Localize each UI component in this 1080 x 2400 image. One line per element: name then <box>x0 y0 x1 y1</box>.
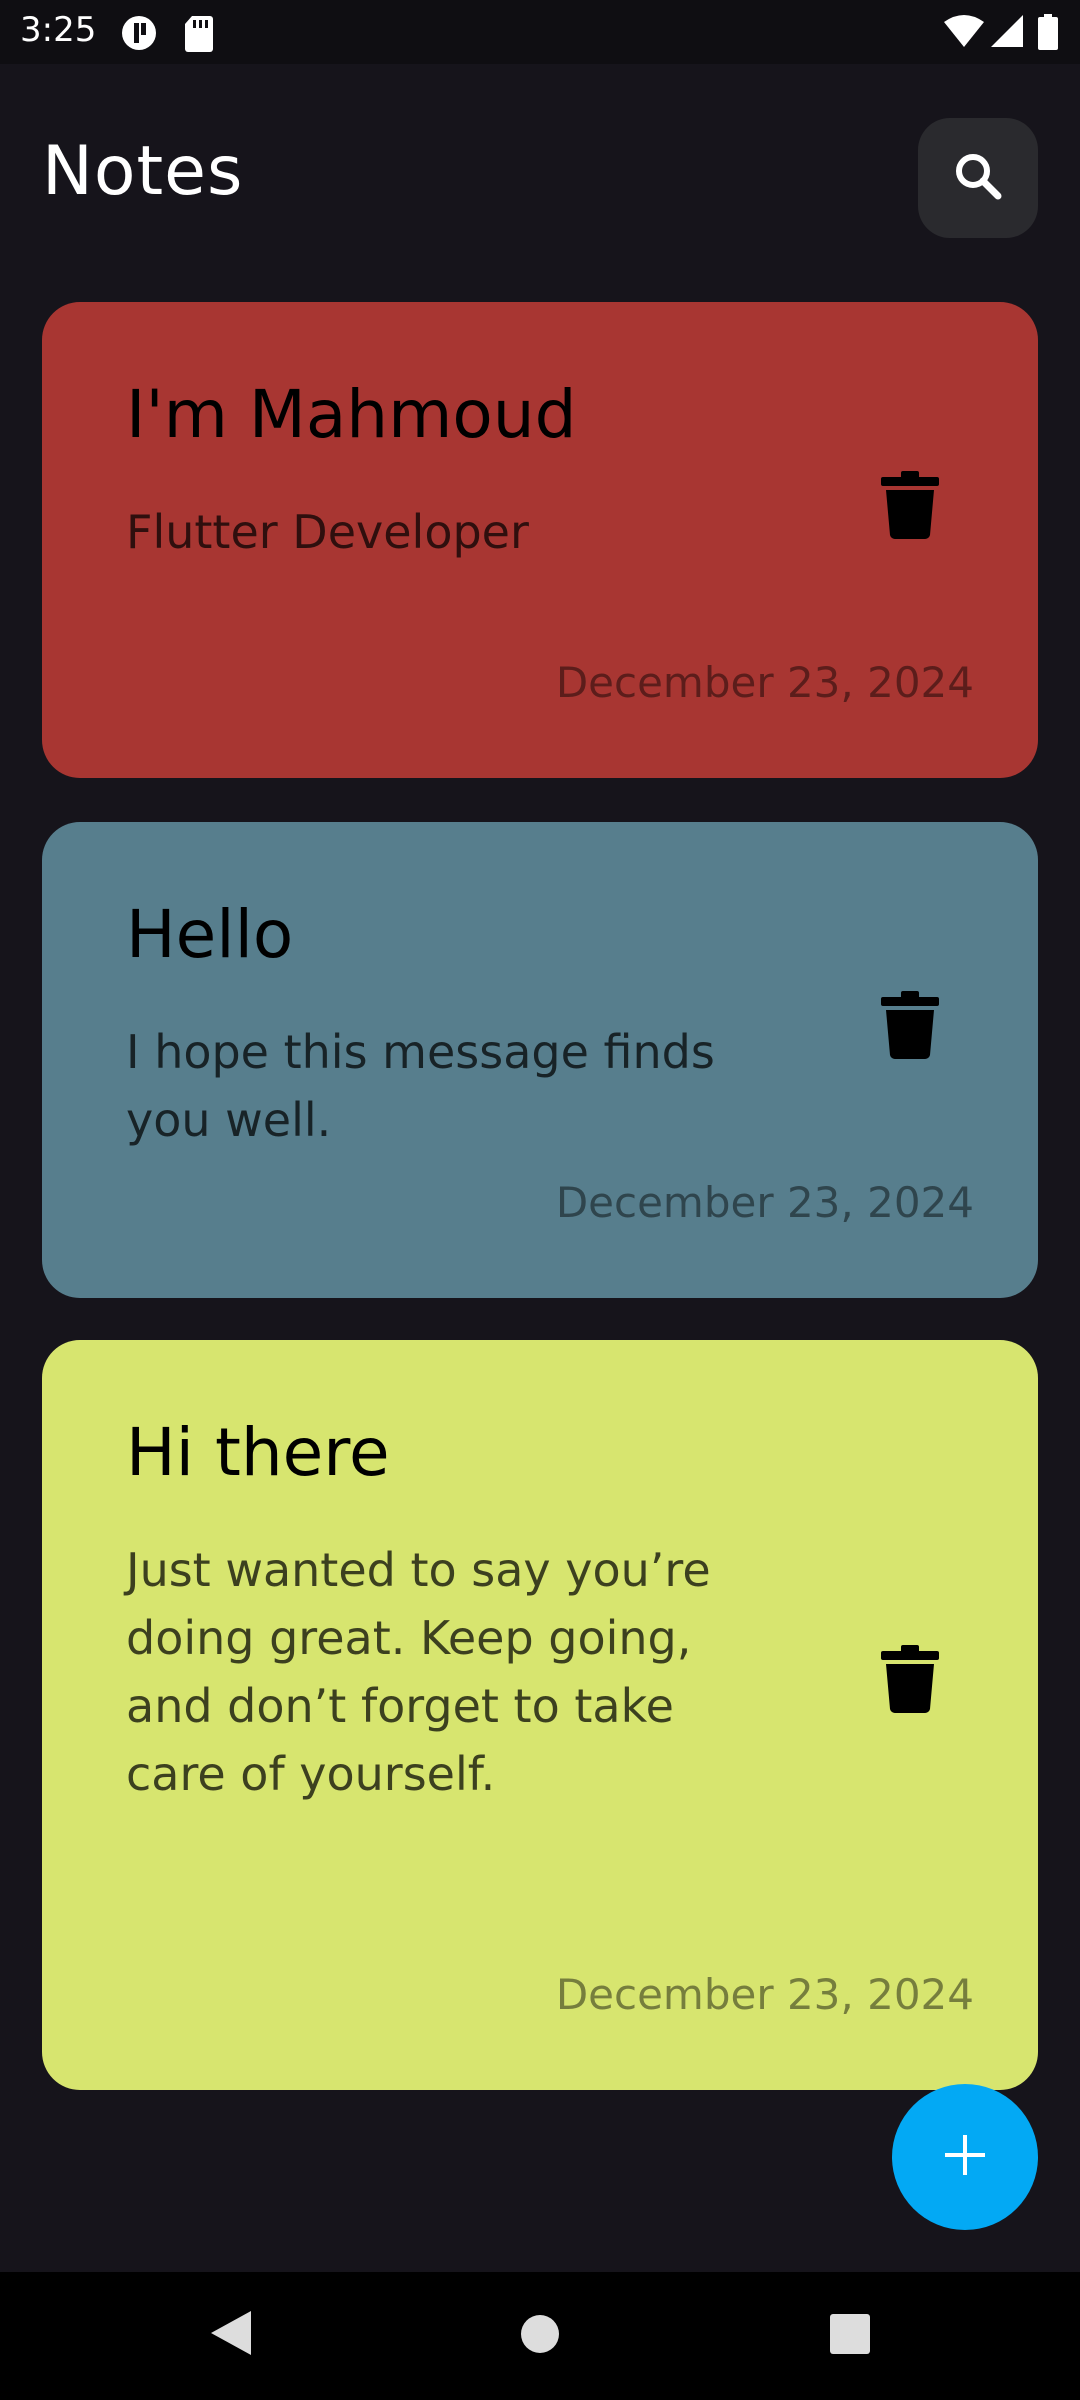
note-date: December 23, 2024 <box>555 1970 974 2019</box>
trash-icon <box>881 1645 939 1717</box>
home-icon <box>519 2313 561 2359</box>
note-date: December 23, 2024 <box>555 1178 974 1227</box>
wifi-icon <box>944 14 984 52</box>
recents-button[interactable] <box>814 2300 886 2372</box>
search-button[interactable] <box>918 118 1038 238</box>
signal-icon <box>990 14 1024 52</box>
status-bar: 3:25 <box>0 0 1080 64</box>
back-icon <box>209 2309 253 2361</box>
note-title: Hello <box>126 896 294 973</box>
note-body: I hope this message finds you well. <box>126 1025 715 1147</box>
trash-icon <box>881 991 939 1063</box>
status-time: 3:25 <box>20 10 97 50</box>
note-card[interactable]: I'm Mahmoud Flutter Developer December 2… <box>42 302 1038 778</box>
note-card[interactable]: Hi there Just wanted to say you’re doing… <box>42 1340 1038 2090</box>
back-button[interactable] <box>196 2300 266 2370</box>
note-title: I'm Mahmoud <box>126 376 577 453</box>
page-title: Notes <box>42 132 244 211</box>
home-button[interactable] <box>504 2300 576 2372</box>
sd-card-icon <box>184 14 214 56</box>
delete-note-button[interactable] <box>870 1636 950 1726</box>
delete-note-button[interactable] <box>870 462 950 552</box>
note-body: Flutter Developer <box>126 505 529 559</box>
add-note-button[interactable] <box>892 2084 1038 2230</box>
note-card[interactable]: Hello I hope this message finds you well… <box>42 822 1038 1298</box>
plus-icon <box>943 2133 987 2181</box>
search-icon <box>952 150 1004 206</box>
system-nav-bar <box>0 2272 1080 2400</box>
note-title: Hi there <box>126 1414 390 1491</box>
battery-icon <box>1038 14 1058 54</box>
notification-app-icon <box>120 14 158 56</box>
note-body: Just wanted to say you’re doing great. K… <box>126 1543 711 1801</box>
note-date: December 23, 2024 <box>555 658 974 707</box>
trash-icon <box>881 471 939 543</box>
recents-icon <box>829 2313 871 2359</box>
delete-note-button[interactable] <box>870 982 950 1072</box>
